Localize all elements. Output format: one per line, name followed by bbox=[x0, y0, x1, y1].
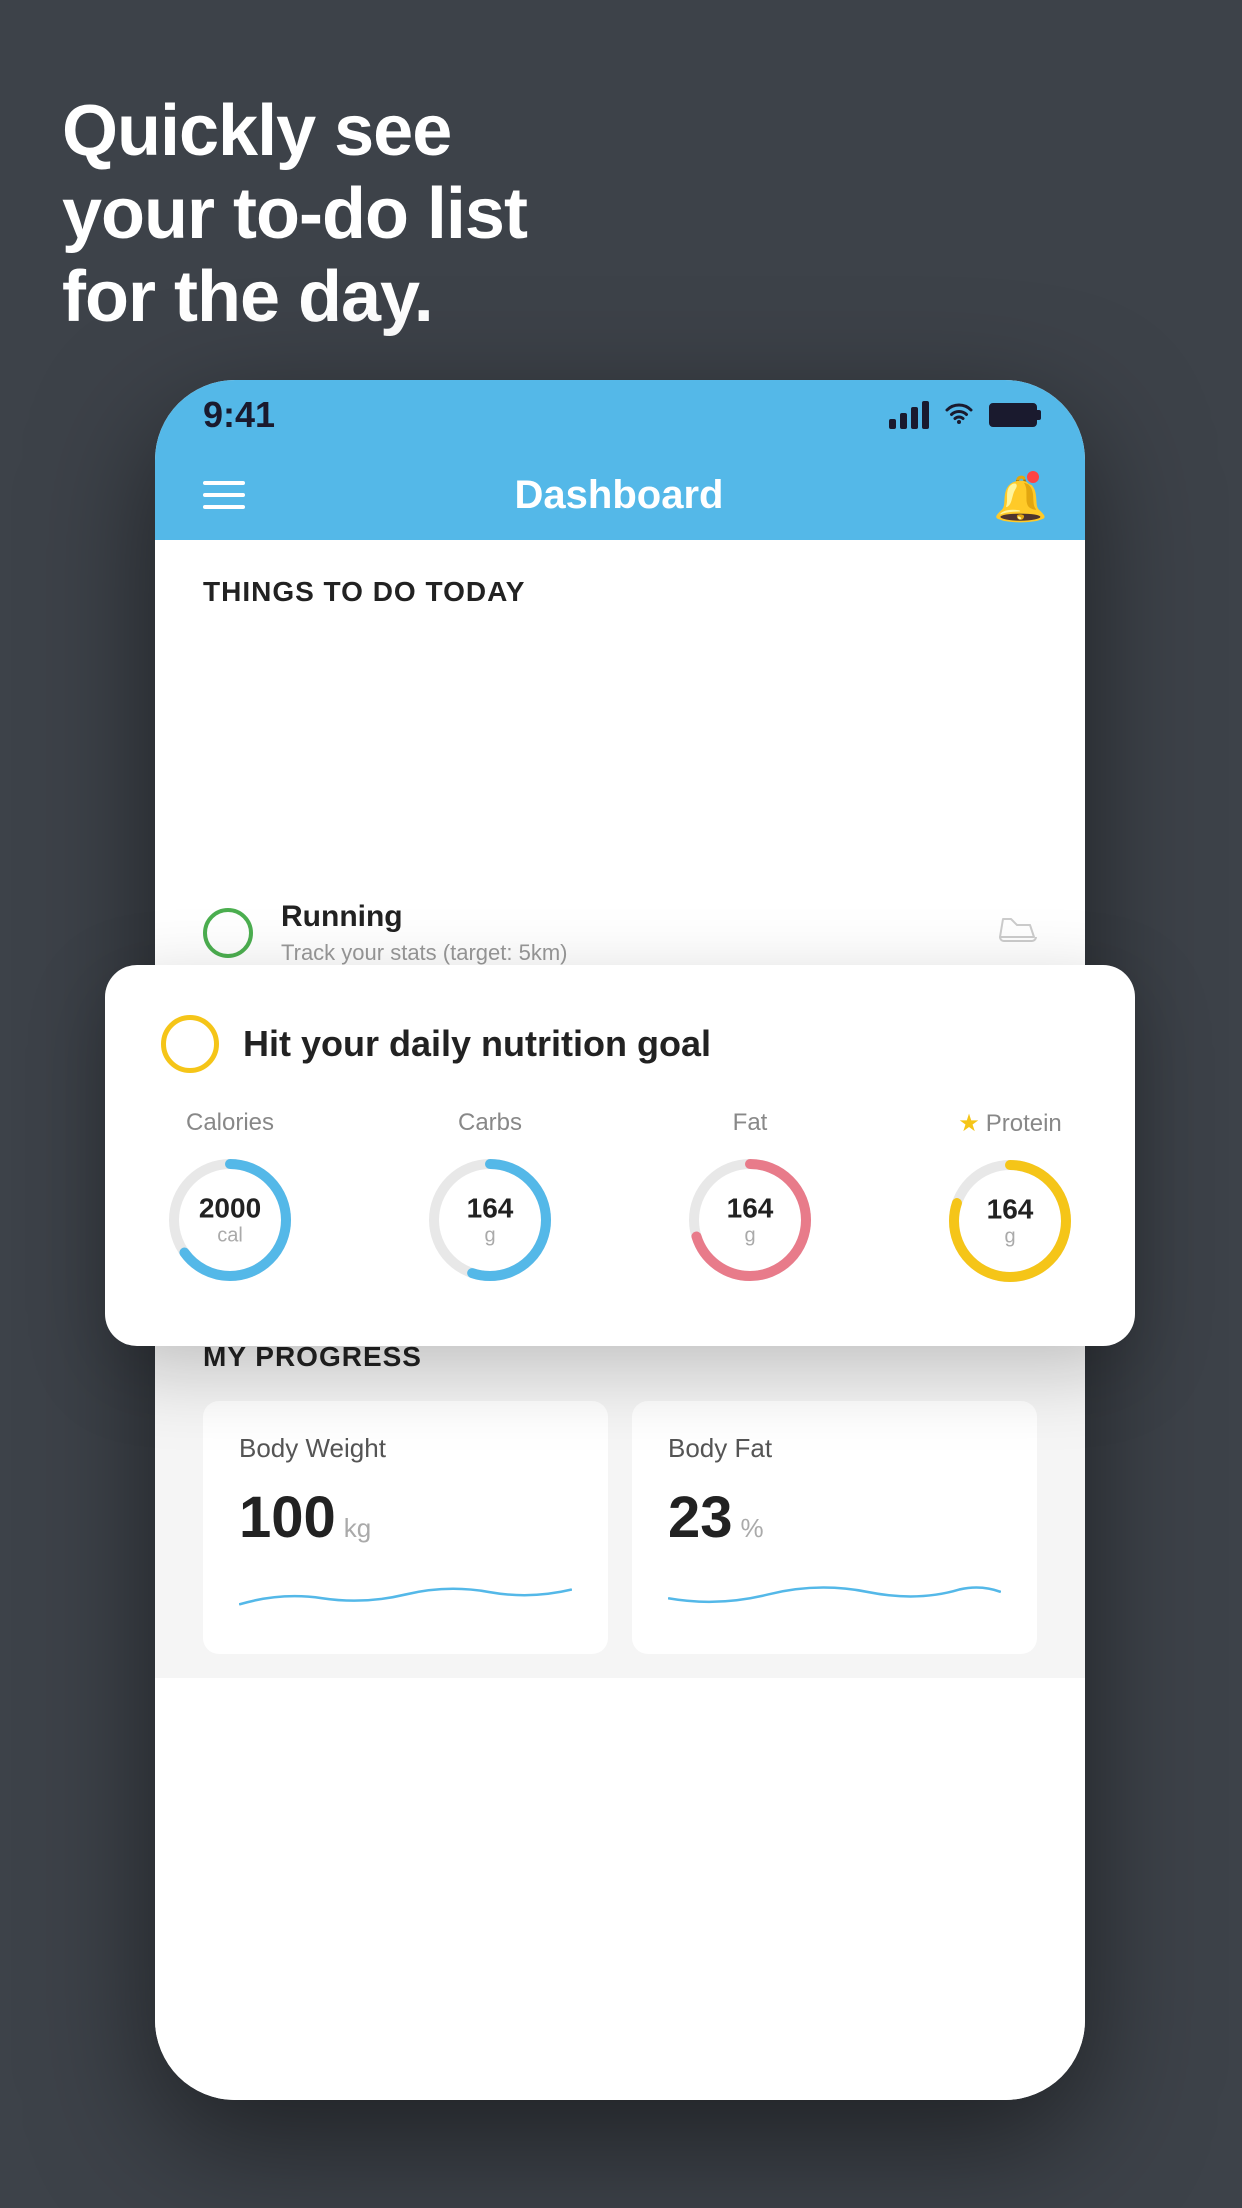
protein-label-row: ★ Protein bbox=[958, 1109, 1062, 1138]
body-weight-chart bbox=[239, 1567, 572, 1617]
calories-ring: 2000 cal bbox=[161, 1151, 299, 1289]
calories-label: Calories bbox=[186, 1109, 274, 1137]
protein-value: 164 bbox=[987, 1194, 1034, 1226]
headline: Quickly see your to-do list for the day. bbox=[62, 90, 527, 338]
menu-button[interactable] bbox=[203, 481, 245, 509]
nutrition-check-circle bbox=[161, 1015, 219, 1073]
stat-carbs: Carbs 164 g bbox=[421, 1109, 559, 1290]
calories-value: 2000 bbox=[199, 1193, 261, 1225]
status-icons bbox=[889, 399, 1037, 431]
protein-ring: 164 g bbox=[941, 1152, 1079, 1290]
fat-ring: 164 g bbox=[681, 1151, 819, 1289]
todo-subtitle-running: Track your stats (target: 5km) bbox=[281, 940, 969, 966]
wifi-icon bbox=[943, 399, 975, 431]
stat-calories: Calories 2000 cal bbox=[161, 1109, 299, 1290]
nutrition-card-header: Hit your daily nutrition goal bbox=[161, 1015, 1079, 1073]
section-header: THINGS TO DO TODAY bbox=[155, 540, 1085, 628]
progress-section: MY PROGRESS Body Weight 100 kg Body Fat bbox=[155, 1301, 1085, 1678]
nutrition-stats: Calories 2000 cal Carbs bbox=[161, 1109, 1079, 1290]
body-fat-chart bbox=[668, 1567, 1001, 1617]
nav-bar: Dashboard 🔔 bbox=[155, 450, 1085, 540]
protein-star-icon: ★ bbox=[958, 1109, 980, 1138]
stat-fat: Fat 164 g bbox=[681, 1109, 819, 1290]
body-fat-unit: % bbox=[741, 1513, 764, 1544]
todo-circle-running bbox=[203, 908, 253, 958]
carbs-value: 164 bbox=[467, 1193, 514, 1225]
carbs-unit: g bbox=[467, 1225, 514, 1248]
nutrition-card-title: Hit your daily nutrition goal bbox=[243, 1023, 711, 1065]
progress-cards: Body Weight 100 kg Body Fat 23 % bbox=[203, 1401, 1037, 1654]
carbs-label: Carbs bbox=[458, 1109, 522, 1137]
body-fat-label: Body Fat bbox=[668, 1433, 1001, 1464]
body-weight-value: 100 bbox=[239, 1484, 336, 1551]
signal-icon bbox=[889, 401, 929, 429]
body-fat-value: 23 bbox=[668, 1484, 733, 1551]
fat-unit: g bbox=[727, 1225, 774, 1248]
todo-text-running: Running Track your stats (target: 5km) bbox=[281, 900, 969, 966]
body-weight-value-row: 100 kg bbox=[239, 1484, 572, 1551]
body-fat-value-row: 23 % bbox=[668, 1484, 1001, 1551]
nutrition-card: Hit your daily nutrition goal Calories 2… bbox=[105, 965, 1135, 1346]
body-weight-card[interactable]: Body Weight 100 kg bbox=[203, 1401, 608, 1654]
protein-label: Protein bbox=[986, 1110, 1062, 1138]
card-spacer bbox=[155, 628, 1085, 868]
section-title-today: THINGS TO DO TODAY bbox=[203, 576, 525, 607]
battery-icon bbox=[989, 403, 1037, 427]
shoe-icon bbox=[997, 912, 1037, 954]
body-weight-unit: kg bbox=[344, 1513, 371, 1544]
notifications-button[interactable]: 🔔 bbox=[993, 473, 1037, 517]
fat-value: 164 bbox=[727, 1193, 774, 1225]
status-time: 9:41 bbox=[203, 394, 275, 436]
fat-label: Fat bbox=[733, 1109, 768, 1137]
body-fat-card[interactable]: Body Fat 23 % bbox=[632, 1401, 1037, 1654]
status-bar: 9:41 bbox=[155, 380, 1085, 450]
nav-title: Dashboard bbox=[515, 473, 724, 518]
protein-unit: g bbox=[987, 1226, 1034, 1249]
notification-badge bbox=[1025, 469, 1041, 485]
bell-icon: 🔔 bbox=[993, 475, 1048, 524]
calories-unit: cal bbox=[199, 1225, 261, 1248]
todo-title-running: Running bbox=[281, 900, 969, 934]
carbs-ring: 164 g bbox=[421, 1151, 559, 1289]
stat-protein: ★ Protein 164 g bbox=[941, 1109, 1079, 1290]
body-weight-label: Body Weight bbox=[239, 1433, 572, 1464]
